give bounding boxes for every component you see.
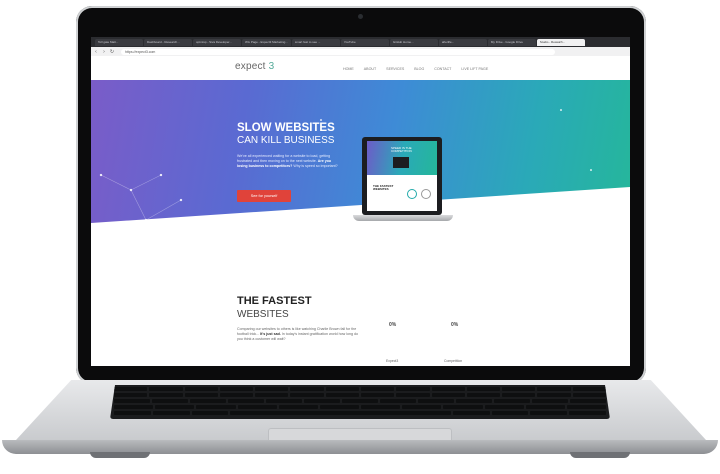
hero-copy-tail: Why is speed so important?: [293, 164, 338, 168]
section-title: THE FASTEST: [237, 295, 312, 307]
section-copy-bold: It's just sad.: [260, 332, 281, 336]
laptop-foot: [570, 452, 630, 458]
hero-subtitle: CAN KILL BUSINESS: [237, 135, 335, 146]
webcam-icon: [358, 14, 363, 19]
hero-title: SLOW WEBSITES: [237, 122, 335, 134]
stat-value-competition: 0%: [451, 322, 459, 328]
mini-headline: SPEED IS THE COMPETITION: [391, 146, 412, 154]
hero-laptop-base: [353, 215, 453, 221]
hero-region: [91, 37, 630, 366]
hero-copy: We've all experienced waiting for a webs…: [237, 154, 341, 169]
stat-label-expect3: Expect3: [386, 359, 399, 363]
mini-gauge-icon: [421, 189, 431, 199]
mini-gauge-icon: [407, 189, 417, 199]
hero-laptop-screen: SPEED IS THE COMPETITION THE FASTEST WEB…: [367, 141, 437, 211]
stat-value-expect3: 0%: [389, 322, 397, 328]
mini-laptop: [393, 157, 409, 168]
hero-copy-text: We've all experienced waiting for a webs…: [237, 154, 331, 163]
section-copy: Comparing our websites to others is like…: [237, 327, 359, 342]
mini-section-title: THE FASTEST WEBSITES: [373, 184, 394, 192]
keyboard: [110, 385, 610, 419]
laptop-foot: [90, 452, 150, 458]
section-subtitle: WEBSITES: [237, 309, 289, 320]
stat-label-competition: Competition: [444, 359, 463, 363]
see-for-yourself-button[interactable]: See for yourself: [237, 190, 291, 202]
